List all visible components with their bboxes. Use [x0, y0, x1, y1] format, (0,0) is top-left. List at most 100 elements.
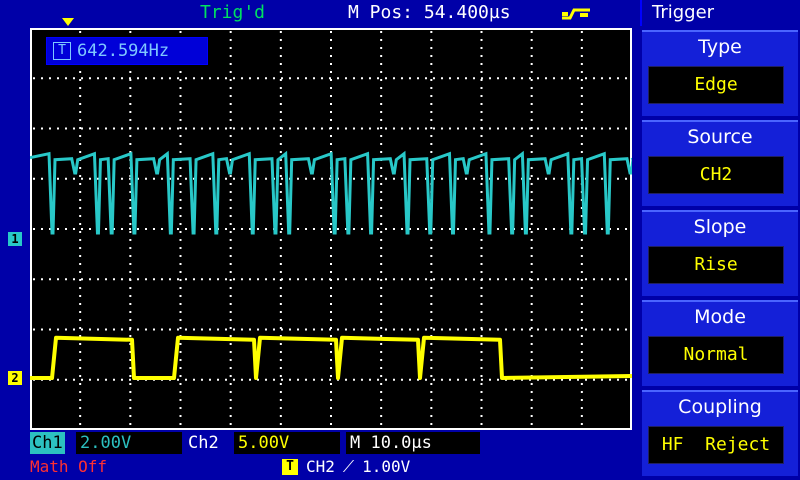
grid-dot	[265, 328, 267, 331]
grid-dot	[545, 77, 547, 80]
grid-dot	[179, 231, 182, 233]
grid-dot	[430, 351, 433, 353]
grid-dot	[297, 127, 299, 130]
grid-dot	[281, 127, 283, 130]
grid-dot	[279, 167, 282, 169]
grid-dot	[430, 87, 433, 89]
grid-dot	[81, 228, 83, 230]
grid-dot	[449, 228, 451, 230]
grid-dot	[229, 191, 232, 193]
grid-dot	[279, 391, 282, 393]
grid-dot	[480, 191, 483, 193]
grid-dot	[457, 177, 459, 180]
grid-dot	[330, 351, 332, 353]
grid-dot	[233, 328, 235, 331]
grid-dot	[585, 127, 587, 130]
grid-dot	[481, 77, 483, 80]
grid-dot	[480, 399, 483, 401]
grid-dot	[129, 239, 132, 241]
grid-dot	[121, 127, 123, 130]
grid-dot	[430, 423, 433, 425]
grid-dot	[401, 328, 403, 331]
menu-item-type[interactable]: Type Edge	[642, 30, 798, 116]
grid-dot	[185, 228, 187, 230]
grid-dot	[530, 231, 533, 233]
grid-dot	[225, 177, 227, 180]
grid-dot	[330, 255, 332, 257]
grid-dot	[430, 279, 433, 281]
grid-dot	[553, 328, 555, 331]
grid-dot	[279, 207, 282, 209]
grid-dot	[185, 77, 187, 80]
grid-dot	[553, 177, 555, 180]
grid-dot	[81, 77, 83, 80]
menu-item-slope[interactable]: Slope Rise	[642, 210, 798, 296]
grid-dot	[73, 328, 75, 331]
grid-dot	[229, 367, 232, 369]
grid-dot	[129, 367, 132, 369]
grid-dot	[433, 228, 435, 230]
grid-dot	[330, 55, 332, 57]
grid-dot	[530, 303, 533, 305]
grid-dot	[417, 228, 419, 230]
grid-dot	[577, 127, 579, 130]
grid-dot	[330, 375, 332, 377]
grid-dot	[65, 378, 67, 381]
grid-dot	[233, 77, 235, 80]
grid-dot	[530, 31, 533, 33]
grid-dot	[179, 127, 182, 129]
grid-dot	[430, 375, 433, 377]
grid-dot	[89, 228, 91, 230]
grid-dot	[480, 199, 483, 201]
grid-dot	[449, 378, 451, 381]
grid-dot	[129, 228, 131, 230]
grid-dot	[480, 215, 483, 217]
grid-dot	[201, 378, 203, 381]
grid-dot	[79, 231, 82, 233]
grid-dot	[330, 215, 332, 217]
grid-dot	[257, 127, 259, 130]
grid-dot	[480, 287, 483, 289]
math-status: Math Off	[30, 457, 108, 476]
grid-dot	[79, 239, 82, 241]
grid-dot	[217, 278, 219, 281]
ch2-level-marker[interactable]: 2	[8, 371, 22, 385]
grid-dot	[580, 31, 583, 33]
grid-dot	[279, 31, 282, 33]
menu-item-label: Slope	[693, 216, 747, 238]
grid-dot	[129, 271, 132, 273]
grid-dot	[330, 239, 332, 241]
grid-dot	[79, 423, 82, 425]
grid-dot	[279, 367, 282, 369]
grid-dot	[380, 303, 383, 305]
grid-dot	[430, 359, 433, 361]
grid-dot	[79, 31, 82, 33]
grid-dot	[361, 378, 363, 381]
grid-dot	[430, 143, 433, 145]
grid-dot	[229, 271, 232, 273]
grid-dot	[41, 177, 43, 180]
grid-dot	[480, 207, 483, 209]
grid-dot	[89, 77, 91, 80]
grid-dot	[433, 378, 435, 381]
grid-dot	[257, 228, 259, 230]
grid-dot	[65, 127, 67, 130]
grid-dot	[225, 378, 227, 381]
grid-dot	[530, 271, 533, 273]
menu-item-mode[interactable]: Mode Normal	[642, 300, 798, 386]
menu-item-coupling[interactable]: Coupling HF Reject	[642, 390, 798, 476]
grid-dot	[79, 95, 82, 97]
grid-dot	[401, 77, 403, 80]
grid-dot	[145, 328, 147, 331]
ch1-level-marker[interactable]: 1	[8, 232, 22, 246]
grid-dot	[580, 407, 583, 409]
grid-dot	[129, 383, 132, 385]
grid-dot	[580, 367, 583, 369]
grid-dot	[279, 263, 282, 265]
menu-title: Trigger	[640, 0, 800, 26]
grid-dot	[97, 278, 99, 281]
grid-dot	[185, 378, 187, 381]
menu-item-source[interactable]: Source CH2	[642, 120, 798, 206]
grid-dot	[530, 391, 533, 393]
ch1-scale: 2.00V	[76, 432, 182, 454]
